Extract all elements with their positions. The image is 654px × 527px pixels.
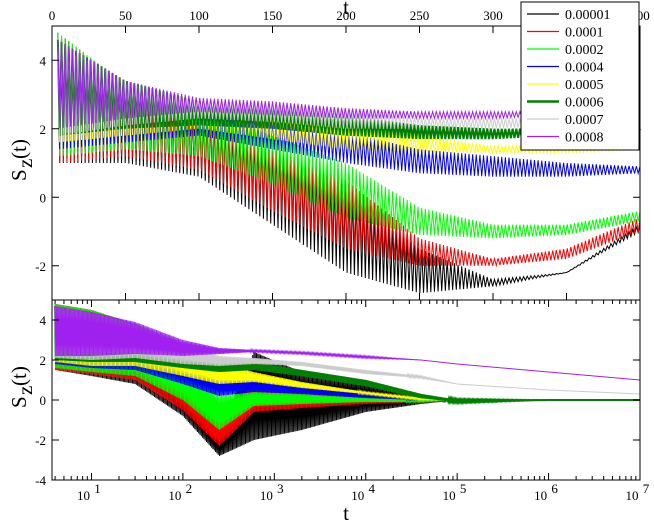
legend-label: 0.0005 xyxy=(565,78,604,93)
bottom-plot: -4 -2 0 2 4 10 1 10 2 10 3 10 4 10 5 10 6 10 7 t Sz(t) xyxy=(7,299,650,525)
y-tick-label: -2 xyxy=(35,433,46,448)
y-axis-title: Sz(t) xyxy=(7,366,37,408)
legend-label: 0.0008 xyxy=(565,131,604,146)
y-tick-label: 4 xyxy=(40,313,47,328)
legend-label: 0.0002 xyxy=(565,43,604,58)
x-tick-label: 10 xyxy=(77,488,90,503)
x-tick-label: 10 xyxy=(260,488,273,503)
legend-label: 0.0007 xyxy=(565,113,604,128)
legend-label: 0.0006 xyxy=(565,96,604,111)
legend-label: 0.0004 xyxy=(565,61,604,76)
y-axis-title-main: S xyxy=(7,396,31,408)
x-tick-label: 0 xyxy=(49,8,56,23)
x-tick-exponent: 4 xyxy=(368,481,375,496)
x-tick-exponent: 7 xyxy=(643,481,650,496)
y-axis-title-sub: z xyxy=(13,386,37,395)
x-tick-label: 10 xyxy=(443,488,456,503)
y-axis-title-main: S xyxy=(7,169,31,181)
x-tick-label: 10 xyxy=(168,488,181,503)
y-tick-label: 2 xyxy=(40,122,47,137)
y-tick-label: -2 xyxy=(35,259,46,274)
y-tick-label: -4 xyxy=(35,473,46,488)
x-tick-label: 10 xyxy=(351,488,364,503)
y-axis-title: Sz(t) xyxy=(7,139,37,181)
x-tick-label: 300 xyxy=(483,8,503,23)
y-tick-label: 0 xyxy=(40,393,47,408)
y-tick-label: 2 xyxy=(40,353,47,368)
x-tick-exponent: 6 xyxy=(551,481,558,496)
chart-figure: -2024050100150200250300350400tSz(t) -4-2… xyxy=(7,0,650,525)
y-axis-title-tail: (t) xyxy=(7,366,31,386)
y-tick-label: 4 xyxy=(40,53,47,68)
x-tick-label: 250 xyxy=(410,8,430,23)
x-axis-title: t xyxy=(343,0,349,19)
y-tick-label: 0 xyxy=(40,190,47,205)
x-tick-label: 10 xyxy=(626,488,639,503)
x-tick-exponent: 2 xyxy=(186,481,193,496)
x-tick-label: 50 xyxy=(119,8,132,23)
y-axis-title-sub: z xyxy=(13,159,37,168)
legend-label: 0.0001 xyxy=(565,26,604,41)
x-tick-label: 10 xyxy=(534,488,547,503)
legend: 0.00001 0.0001 0.0002 0.0004 0.0005 0.0006 0.0… xyxy=(520,1,640,151)
x-tick-label: 100 xyxy=(189,8,209,23)
x-tick-label: 150 xyxy=(263,8,283,23)
legend-label: 0.00001 xyxy=(565,8,611,23)
x-tick-exponent: 5 xyxy=(460,481,467,496)
y-axis-title-tail: (t) xyxy=(7,139,31,159)
x-axis-title: t xyxy=(343,501,349,525)
x-tick-exponent: 3 xyxy=(277,481,284,496)
x-tick-exponent: 1 xyxy=(94,481,101,496)
